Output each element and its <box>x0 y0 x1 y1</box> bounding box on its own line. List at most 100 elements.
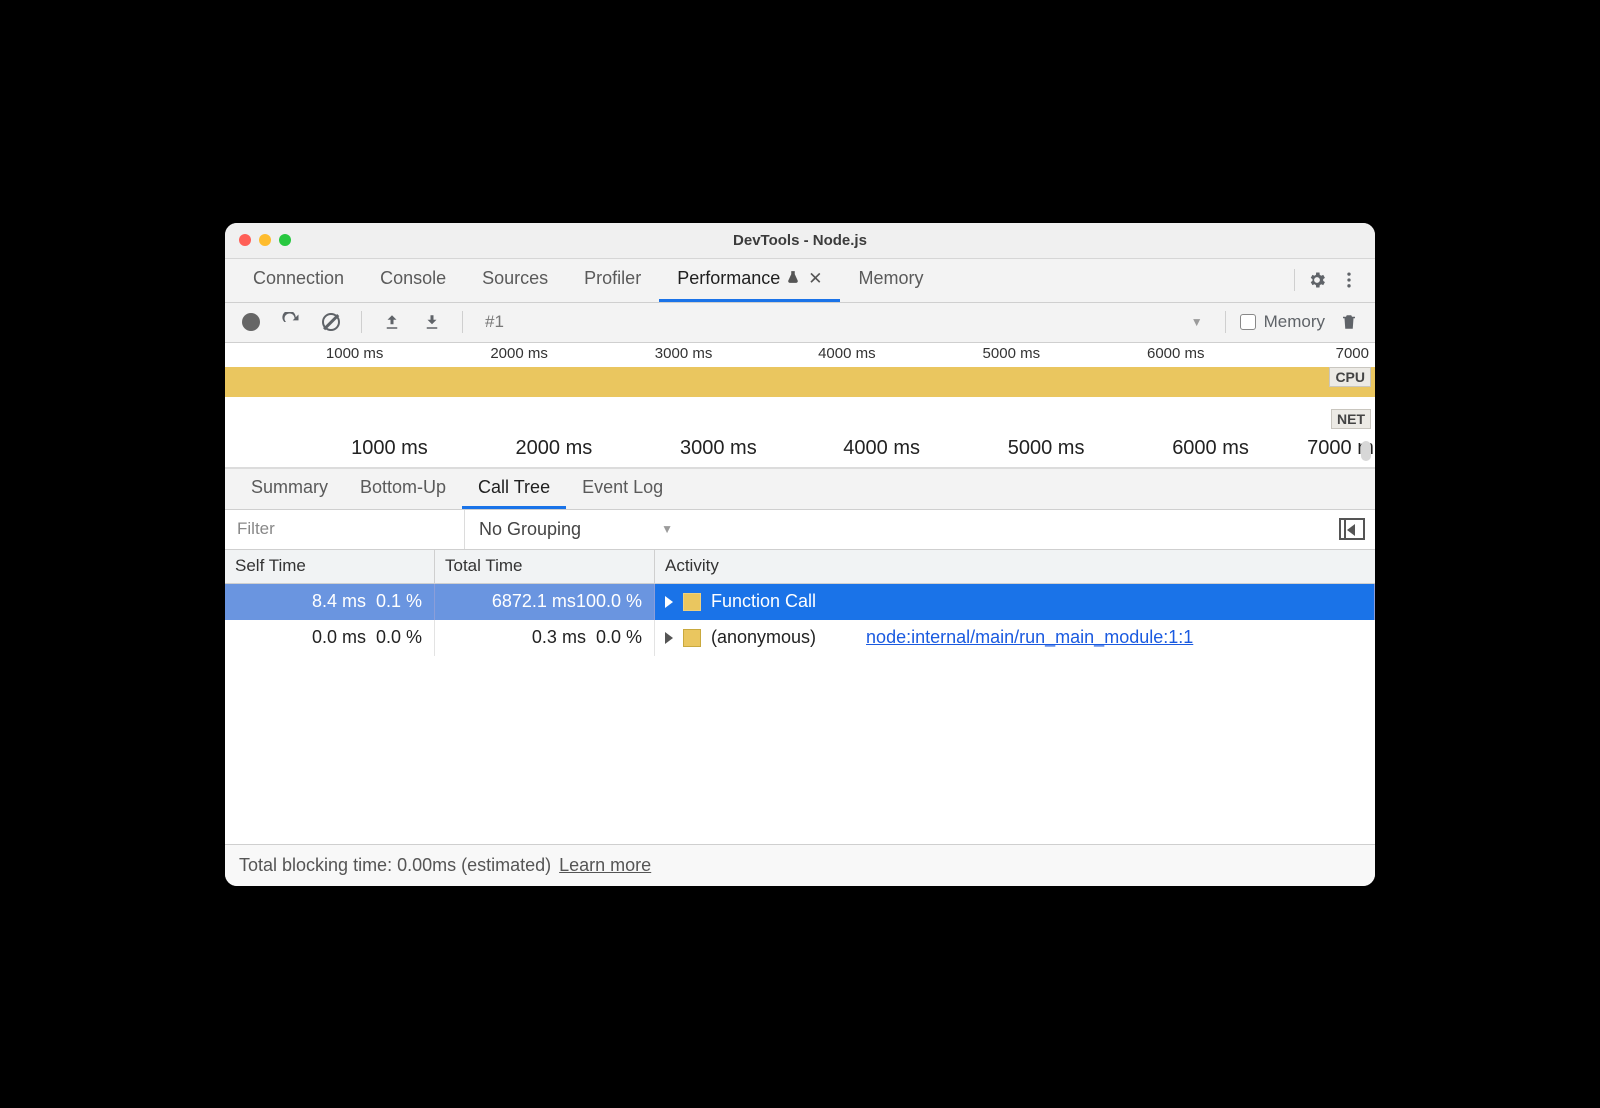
tab-performance[interactable]: Performance ✕ <box>659 259 840 302</box>
col-header-activity[interactable]: Activity <box>655 550 1375 583</box>
cell-self-time: 8.4 ms 0.1 % <box>225 584 435 620</box>
main-ruler[interactable]: 1000 ms 2000 ms 3000 ms 4000 ms 5000 ms … <box>225 433 1375 467</box>
ruler-tick: 6000 ms <box>1147 345 1211 362</box>
activity-name: Function Call <box>711 591 816 612</box>
memory-checkbox[interactable] <box>1240 314 1256 330</box>
status-bar: Total blocking time: 0.00ms (estimated) … <box>225 844 1375 886</box>
tab-connection[interactable]: Connection <box>235 259 362 302</box>
ruler-tick: 3000 ms <box>655 345 719 362</box>
col-header-self[interactable]: Self Time <box>225 550 435 583</box>
category-swatch-icon <box>683 629 701 647</box>
chevron-down-icon: ▼ <box>1191 315 1203 329</box>
main-tick: 1000 ms <box>351 437 428 460</box>
separator <box>1225 311 1226 333</box>
tab-sources[interactable]: Sources <box>464 259 566 302</box>
load-profile-button[interactable] <box>376 306 408 338</box>
chevron-down-icon: ▼ <box>661 522 673 536</box>
more-menu-button[interactable] <box>1333 264 1365 296</box>
self-pct: 0.1 % <box>376 591 422 612</box>
timeline-scrubber-handle[interactable] <box>1361 441 1371 461</box>
subtab-event-log[interactable]: Event Log <box>566 469 679 509</box>
recording-select-value: #1 <box>485 312 504 332</box>
cell-activity: (anonymous) node:internal/main/run_main_… <box>655 620 1375 656</box>
titlebar: DevTools - Node.js <box>225 223 1375 259</box>
recording-select[interactable]: #1 ▼ <box>477 312 1211 332</box>
main-tick: 4000 ms <box>843 437 920 460</box>
call-tree-table: Self Time Total Time Activity 8.4 ms 0.1… <box>225 550 1375 844</box>
close-window-button[interactable] <box>239 234 251 246</box>
disclosure-triangle-icon[interactable] <box>665 596 673 608</box>
delete-button[interactable] <box>1333 306 1365 338</box>
subtab-bottom-up[interactable]: Bottom-Up <box>344 469 462 509</box>
table-header: Self Time Total Time Activity <box>225 550 1375 584</box>
cell-self-time: 0.0 ms 0.0 % <box>225 620 435 656</box>
net-track-label: NET <box>1331 409 1371 429</box>
clear-button[interactable] <box>315 306 347 338</box>
tab-label: Connection <box>253 268 344 289</box>
main-tick: 3000 ms <box>680 437 757 460</box>
subtab-label: Event Log <box>582 477 663 498</box>
close-tab-icon[interactable]: ✕ <box>808 269 822 289</box>
dock-side-icon[interactable] <box>1339 518 1365 540</box>
table-row[interactable]: 8.4 ms 0.1 % 6872.1 ms 100.0 % Function … <box>225 584 1375 620</box>
subtab-label: Summary <box>251 477 328 498</box>
learn-more-link[interactable]: Learn more <box>559 855 651 876</box>
cell-total-time: 6872.1 ms 100.0 % <box>435 584 655 620</box>
ruler-tick: 2000 ms <box>490 345 554 362</box>
category-swatch-icon <box>683 593 701 611</box>
grouping-value: No Grouping <box>479 519 581 540</box>
timeline-overview[interactable]: 1000 ms 2000 ms 3000 ms 4000 ms 5000 ms … <box>225 343 1375 468</box>
separator <box>1294 269 1295 291</box>
main-tick: 2000 ms <box>516 437 593 460</box>
tab-console[interactable]: Console <box>362 259 464 302</box>
traffic-lights <box>225 234 291 246</box>
tab-label: Memory <box>858 268 923 289</box>
ruler-tick: 7000 <box>1336 345 1375 362</box>
total-ms: 0.3 ms <box>532 627 586 648</box>
grouping-select[interactable]: No Grouping ▼ <box>465 519 687 540</box>
net-track[interactable]: NET <box>225 409 1375 433</box>
separator <box>361 311 362 333</box>
ruler-tick: 4000 ms <box>818 345 882 362</box>
self-pct: 0.0 % <box>376 627 422 648</box>
cpu-track-label: CPU <box>1329 367 1371 387</box>
tab-label: Sources <box>482 268 548 289</box>
total-pct: 0.0 % <box>596 627 642 648</box>
minimize-window-button[interactable] <box>259 234 271 246</box>
save-profile-button[interactable] <box>416 306 448 338</box>
subtab-summary[interactable]: Summary <box>235 469 344 509</box>
window-title: DevTools - Node.js <box>225 232 1375 249</box>
devtools-window: DevTools - Node.js Connection Console So… <box>225 223 1375 886</box>
record-button[interactable] <box>235 306 267 338</box>
main-tick: 6000 ms <box>1172 437 1249 460</box>
blocking-time-text: Total blocking time: 0.00ms (estimated) <box>239 855 551 876</box>
cell-total-time: 0.3 ms 0.0 % <box>435 620 655 656</box>
flask-icon <box>786 270 800 288</box>
main-tab-strip: Connection Console Sources Profiler Perf… <box>225 259 1375 303</box>
subtab-label: Bottom-Up <box>360 477 446 498</box>
source-link[interactable]: node:internal/main/run_main_module:1:1 <box>866 627 1193 648</box>
total-pct: 100.0 % <box>576 591 642 612</box>
filter-input[interactable] <box>225 510 465 549</box>
table-row[interactable]: 0.0 ms 0.0 % 0.3 ms 0.0 % (anonymous) no… <box>225 620 1375 656</box>
cpu-track[interactable]: CPU <box>225 367 1375 397</box>
tab-label: Console <box>380 268 446 289</box>
ruler-tick: 5000 ms <box>983 345 1047 362</box>
tab-memory[interactable]: Memory <box>840 259 941 302</box>
performance-toolbar: #1 ▼ Memory <box>225 303 1375 343</box>
detail-tab-strip: Summary Bottom-Up Call Tree Event Log <box>225 468 1375 510</box>
zoom-window-button[interactable] <box>279 234 291 246</box>
cell-activity: Function Call <box>655 584 1375 620</box>
tab-label: Profiler <box>584 268 641 289</box>
subtab-label: Call Tree <box>478 477 550 498</box>
overview-ruler[interactable]: 1000 ms 2000 ms 3000 ms 4000 ms 5000 ms … <box>225 343 1375 367</box>
subtab-call-tree[interactable]: Call Tree <box>462 469 566 509</box>
total-ms: 6872.1 ms <box>492 591 576 612</box>
col-header-total[interactable]: Total Time <box>435 550 655 583</box>
activity-name: (anonymous) <box>711 627 816 648</box>
settings-button[interactable] <box>1301 264 1333 296</box>
reload-record-button[interactable] <box>275 306 307 338</box>
filter-bar: No Grouping ▼ <box>225 510 1375 550</box>
tab-profiler[interactable]: Profiler <box>566 259 659 302</box>
disclosure-triangle-icon[interactable] <box>665 632 673 644</box>
